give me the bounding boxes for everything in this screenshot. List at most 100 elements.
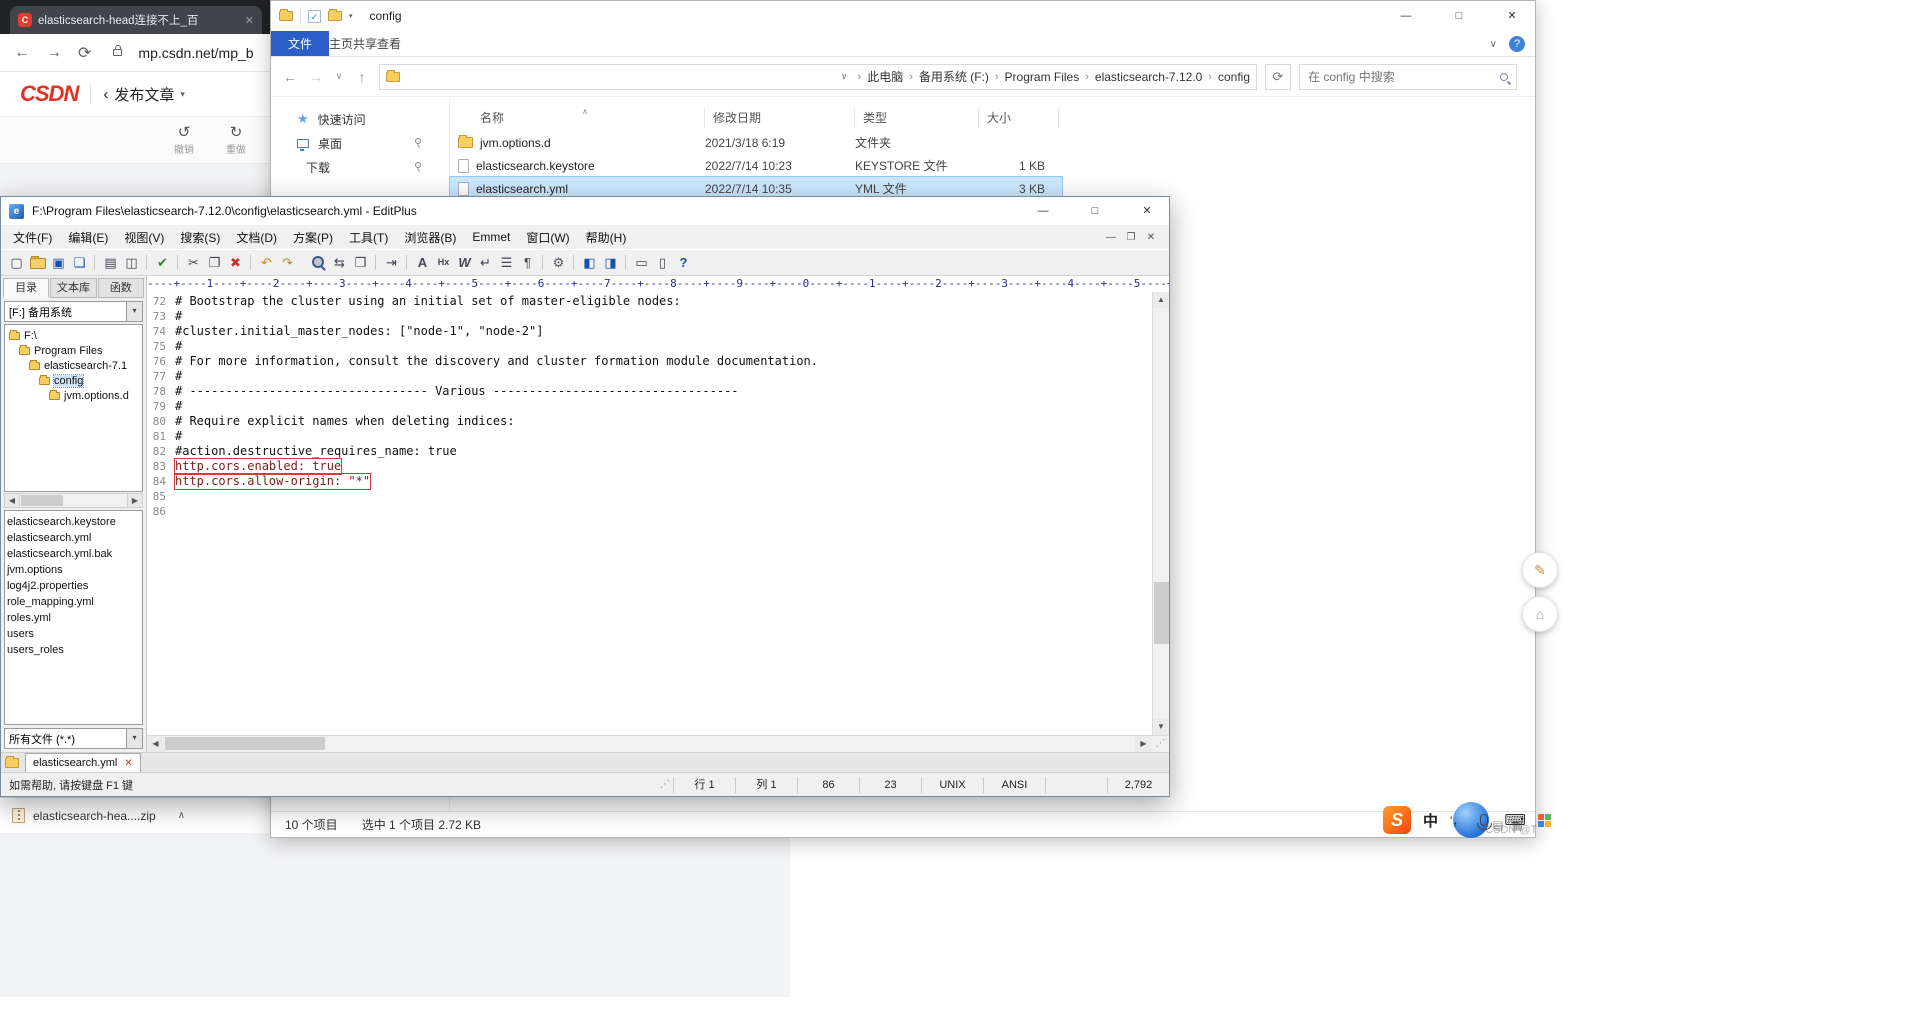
scroll-left-icon[interactable]: ◀ [147, 736, 164, 752]
editor-line[interactable]: 85 [147, 489, 1152, 504]
scrollbar-thumb[interactable] [21, 495, 63, 506]
breadcrumb-item[interactable]: › config [1202, 70, 1250, 84]
ribbon-collapse-icon[interactable]: ∨ [1490, 39, 1497, 50]
menu-item[interactable]: 工具(T) [341, 229, 396, 246]
breadcrumb-label[interactable]: 此电脑 [867, 68, 903, 85]
editor-line[interactable]: 76 # For more information, consult the d… [147, 354, 1152, 369]
forward-icon[interactable]: → [307, 69, 325, 85]
menu-item[interactable]: 方案(P) [285, 229, 341, 246]
list-item[interactable]: elasticsearch.yml [7, 530, 142, 546]
panel-horizontal-scrollbar[interactable]: ◀ ▶ [4, 493, 143, 508]
close-button[interactable]: ✕ [1489, 1, 1535, 31]
scrollbar-thumb[interactable] [1154, 582, 1169, 644]
file-filter-select[interactable]: 所有文件 (*.*) ▾ [4, 728, 143, 749]
find-icon[interactable] [308, 252, 329, 273]
qat-properties-icon[interactable]: ✓ [308, 9, 321, 23]
redo-button[interactable]: ↻ 重做 [218, 124, 254, 156]
tree-item[interactable]: Program Files [5, 343, 142, 358]
floating-home-button[interactable]: ⌂ [1522, 596, 1558, 632]
up-icon[interactable]: ↑ [353, 69, 371, 85]
csdn-logo[interactable]: CSDN [20, 81, 79, 107]
context-help-icon[interactable]: ? [673, 252, 694, 273]
find-in-files-icon[interactable]: ❒ [350, 252, 371, 273]
list-item[interactable]: elasticsearch.keystore [7, 514, 142, 530]
spell-check-icon[interactable]: ✔ [146, 252, 173, 273]
scroll-right-icon[interactable]: ▶ [127, 494, 142, 507]
file-row[interactable]: elasticsearch.keystore 2022/7/14 10:23 K… [450, 154, 1062, 177]
tree-item[interactable]: F:\ [5, 328, 142, 343]
delete-icon[interactable]: ✖ [225, 252, 246, 273]
scroll-up-icon[interactable]: ▲ [1153, 292, 1169, 308]
scroll-left-icon[interactable]: ◀ [5, 494, 20, 507]
text-editor[interactable]: 72 # Bootstrap the cluster using an init… [147, 292, 1152, 735]
sidebar-item-quick-access[interactable]: ★ 快速访问 [271, 107, 449, 131]
lock-icon[interactable] [113, 45, 123, 56]
menu-item[interactable]: 浏览器(B) [396, 229, 464, 246]
refresh-icon[interactable]: ⟳ [78, 43, 91, 63]
list-item[interactable]: elasticsearch.yml.bak [7, 546, 142, 562]
editor-line[interactable]: 81 # [147, 429, 1152, 444]
breadcrumb-item[interactable]: › Program Files [989, 70, 1079, 84]
menu-item[interactable]: 编辑(E) [60, 229, 116, 246]
menu-item[interactable]: 搜索(S) [172, 229, 228, 246]
line-break-icon[interactable]: ↵ [475, 252, 496, 273]
sidebar-item[interactable]: 下载 [271, 155, 449, 179]
editor-line[interactable]: 78 # --------------------------------- V… [147, 384, 1152, 399]
font-size-icon[interactable]: A [406, 252, 433, 273]
ime-menu-grid-icon[interactable] [1537, 813, 1551, 827]
mdi-close-icon[interactable]: ✕ [1141, 232, 1161, 243]
menu-item[interactable]: 文件(F) [5, 229, 60, 246]
publish-article-button[interactable]: ‹ 发布文章 ▾ [103, 84, 185, 105]
column-header[interactable]: 大小 [979, 108, 1059, 128]
resize-grip-icon[interactable]: ⋰ [1152, 736, 1169, 752]
recent-locations-icon[interactable]: ∨ [333, 71, 345, 82]
mdi-restore-icon[interactable]: ❐ [1121, 232, 1141, 243]
editor-line[interactable]: 83 http.cors.enabled: true [147, 458, 1152, 475]
undo-button[interactable]: ↺ 撤销 [166, 124, 202, 156]
editor-line[interactable]: 80 # Require explicit names when deletin… [147, 414, 1152, 429]
browser-preview-icon[interactable]: ◨ [600, 252, 621, 273]
vertical-scrollbar[interactable]: ▲ ▼ [1152, 292, 1169, 735]
floating-feedback-button[interactable]: ✎ [1522, 552, 1558, 588]
menu-item[interactable]: 视图(V) [116, 229, 172, 246]
maximize-button[interactable]: □ [1073, 197, 1117, 225]
breadcrumb-label[interactable]: Program Files [1005, 70, 1080, 84]
redo-icon[interactable]: ↷ [277, 252, 298, 273]
drive-select[interactable]: [F:] 备用系统 ▾ [4, 301, 143, 322]
cut-icon[interactable]: ✂ [177, 252, 204, 273]
address-bar[interactable]: mp.csdn.net/mp_b [138, 45, 253, 61]
menu-item[interactable]: Emmet [464, 230, 518, 244]
print-preview-icon[interactable]: ◫ [121, 252, 142, 273]
column-header[interactable]: 类型 [855, 108, 979, 128]
ribbon-tab[interactable]: 共享 [353, 37, 377, 51]
minimize-button[interactable]: — [1383, 1, 1429, 31]
directory-toggle-icon[interactable] [5, 756, 19, 768]
word-wrap-icon[interactable]: W [454, 252, 475, 273]
breadcrumb-item[interactable]: › 备用系统 (F:) [903, 68, 989, 85]
list-item[interactable]: users_roles [7, 642, 142, 658]
download-expand-icon[interactable]: ∧ [178, 810, 185, 821]
menu-item[interactable]: 帮助(H) [578, 229, 635, 246]
list-item[interactable]: role_mapping.yml [7, 594, 142, 610]
editor-line[interactable]: 82 #action.destructive_requires_name: tr… [147, 444, 1152, 459]
download-item[interactable]: elasticsearch-hea....zip [33, 809, 156, 823]
menu-item[interactable]: 文档(D) [228, 229, 285, 246]
editor-line[interactable]: 75 # [147, 339, 1152, 354]
scroll-down-icon[interactable]: ▼ [1153, 719, 1169, 735]
horizontal-scrollbar[interactable]: ◀ ▶ ⋰ [147, 735, 1169, 752]
save-all-icon[interactable]: ❏ [69, 252, 90, 273]
sidebar-item[interactable]: 桌面 [271, 131, 449, 155]
dropdown-icon[interactable]: ▾ [126, 302, 142, 321]
tab-close-icon[interactable]: ✕ [124, 758, 132, 769]
browser-view-icon[interactable]: ◧ [573, 252, 600, 273]
special-chars-icon[interactable]: ¶ [517, 252, 538, 273]
mdi-minimize-icon[interactable]: — [1101, 232, 1121, 243]
menu-item[interactable]: 窗口(W) [518, 229, 577, 246]
back-icon[interactable]: ← [281, 69, 299, 85]
dropdown-icon[interactable]: ▾ [126, 729, 142, 748]
tree-item[interactable]: config [5, 373, 142, 388]
print-icon[interactable]: ▤ [94, 252, 121, 273]
refresh-icon[interactable]: ⟳ [1265, 63, 1291, 90]
breadcrumb-label[interactable]: elasticsearch-7.12.0 [1095, 70, 1202, 84]
help-icon[interactable]: ? [1509, 36, 1525, 52]
